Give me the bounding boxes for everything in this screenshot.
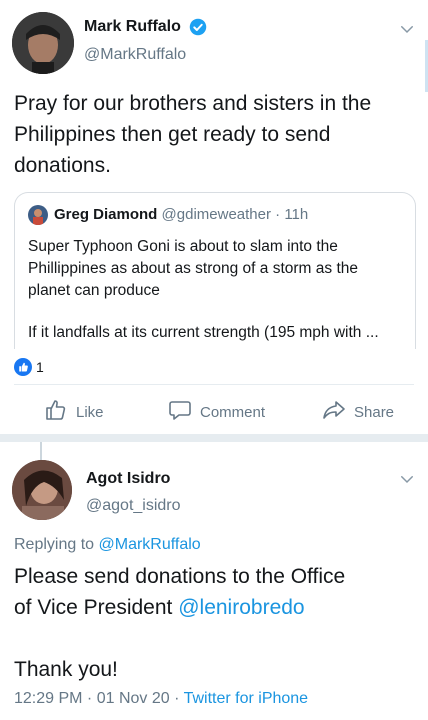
divider [14,384,414,385]
quoted-profile-photo [33,209,43,225]
share-icon [322,398,346,426]
reply-text-thanks: Thank you! [14,658,118,681]
avatar[interactable] [12,12,74,74]
reply-author-name[interactable]: Agot Isidro [86,470,170,488]
quoted-author-name[interactable]: Greg Diamond [54,206,157,223]
thread-line [40,442,42,460]
reply-text-prefix: of Vice President [14,596,173,619]
quoted-text-line: Super Typhoon Goni is about to slam into… [28,238,338,255]
like-count[interactable]: 1 [36,359,44,375]
reply-text-line: Please send donations to the Office [14,565,346,588]
chevron-down-icon[interactable] [398,470,416,493]
reply-author-handle[interactable]: @agot_isidro [86,497,181,515]
reply-profile-photo [12,460,72,520]
share-button[interactable]: Share [322,398,394,426]
like-button[interactable]: Like [44,398,104,426]
share-label: Share [354,403,395,421]
quoted-author-handle[interactable]: @gdimeweather [162,206,271,223]
timestamp: 12:29 PM · 01 Nov 20 · [14,690,180,707]
chevron-down-icon[interactable] [398,20,416,43]
replying-to-label: Replying to [14,536,95,553]
comment-icon [168,398,192,426]
reply-text-line: of Vice President @lenirobredo [14,592,419,623]
quoted-text-more: If it landfalls at its current strength … [28,324,379,341]
quoted-avatar[interactable] [28,205,48,225]
author-name[interactable]: Mark Ruffalo [84,18,181,36]
quoted-text: Super Typhoon Goni is about to slam into… [28,236,408,302]
replying-to-handle[interactable]: @MarkRuffalo [99,536,201,553]
quoted-text-line: planet can produce [28,282,160,299]
replying-to: Replying to @MarkRuffalo [14,536,201,554]
source-link[interactable]: Twitter for iPhone [184,690,309,707]
comment-button[interactable]: Comment [168,398,265,426]
section-separator [0,434,428,442]
reply-avatar[interactable] [12,460,72,520]
mention-link[interactable]: @lenirobredo [178,596,304,619]
quoted-text-line: Phillippines as about as strong of a sto… [28,260,358,277]
reply-text: Please send donations to the Office of V… [14,561,419,685]
like-reaction-icon[interactable] [14,358,32,376]
comment-label: Comment [200,403,266,421]
quoted-time: · 11h [275,206,309,223]
profile-photo [12,12,74,74]
verified-badge-icon [189,18,207,36]
author-handle[interactable]: @MarkRuffalo [84,46,186,64]
like-label: Like [76,403,104,421]
reply-meta: 12:29 PM · 01 Nov 20 · Twitter for iPhon… [14,690,308,708]
thumbs-up-icon [44,398,68,426]
tweet-text: Pray for our brothers and sisters in the… [14,92,372,177]
